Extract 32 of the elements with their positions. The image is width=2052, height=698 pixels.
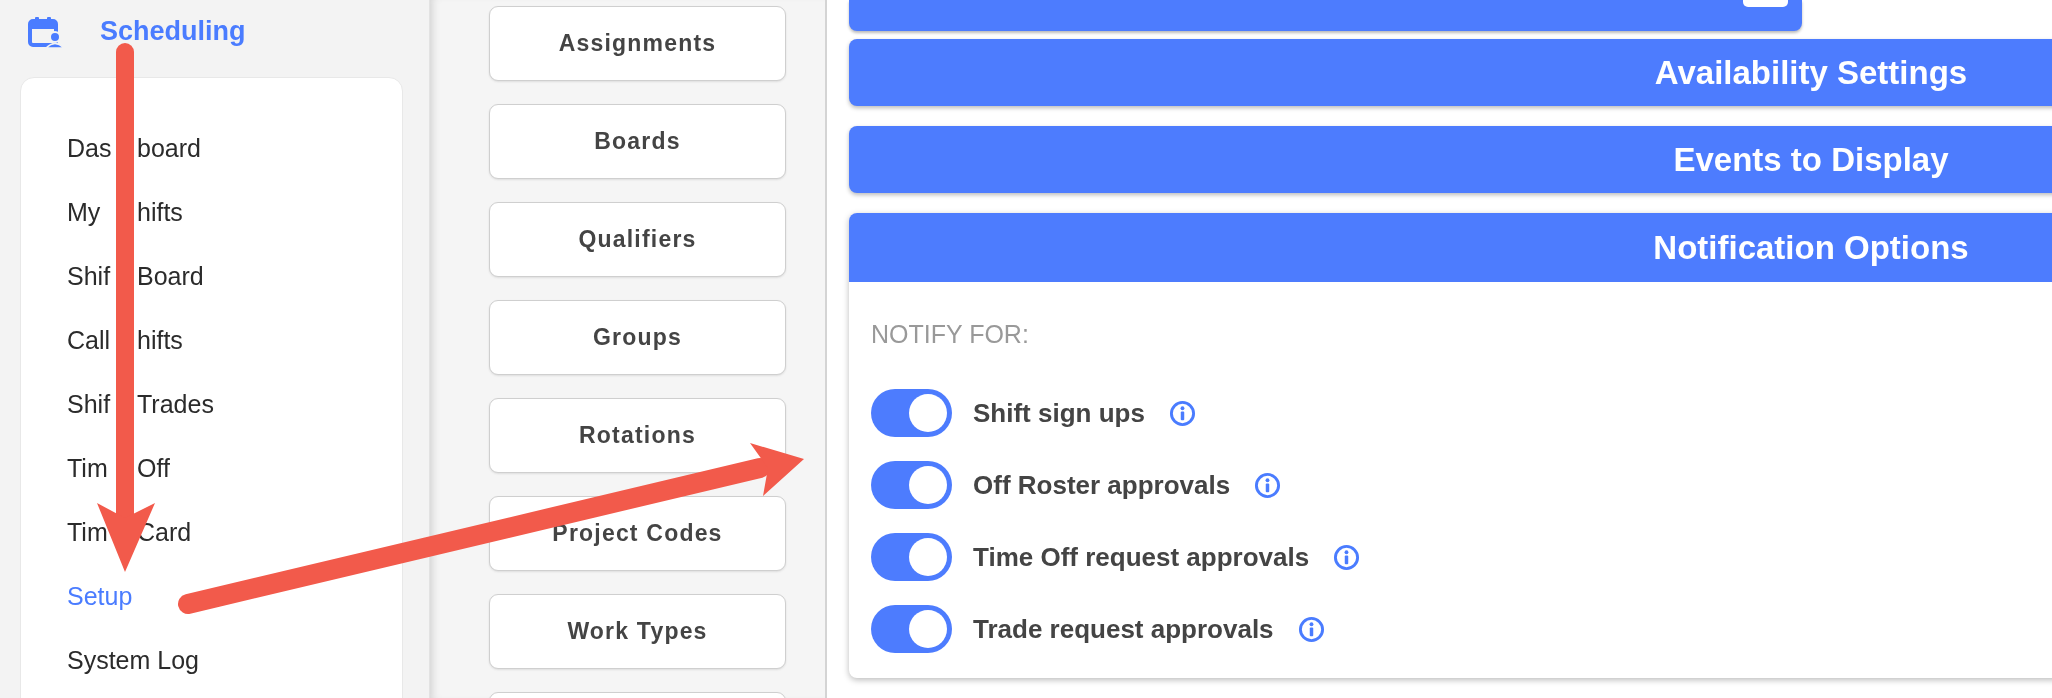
nav-item[interactable]: System Log <box>21 628 199 692</box>
nav-item[interactable]: Shif Board <box>21 244 204 308</box>
nav-item[interactable]: My hifts <box>21 180 183 244</box>
info-icon[interactable] <box>1333 543 1361 571</box>
option-label: Shift sign ups <box>973 397 1145 429</box>
toggle-switch[interactable] <box>871 533 952 581</box>
nav-item[interactable]: Tim Off <box>21 436 170 500</box>
info-icon[interactable] <box>1168 399 1196 427</box>
menu-button[interactable]: Assignments <box>489 6 786 81</box>
calendar-person-icon <box>28 15 64 48</box>
info-icon[interactable] <box>1254 471 1282 499</box>
section-header[interactable]: Events to Display <box>849 126 2052 193</box>
menu-button[interactable]: Work Types <box>489 594 786 669</box>
header-chip <box>1743 0 1788 7</box>
nav-item[interactable]: Shif Trades <box>21 372 214 436</box>
option-label: Time Off request approvals <box>973 541 1310 573</box>
nav-item[interactable]: Setup <box>21 564 133 628</box>
nav-item[interactable]: Das board <box>21 116 201 180</box>
toggle-switch[interactable] <box>871 389 952 437</box>
toggle-switch[interactable] <box>871 461 952 509</box>
menu-button[interactable]: Qualifiers <box>489 202 786 277</box>
option-label: Trade request approvals <box>973 613 1274 645</box>
nav-item[interactable]: Call hifts <box>21 308 183 372</box>
menu-button[interactable]: Boards <box>489 104 786 179</box>
section-header[interactable]: Notification Options <box>849 213 2052 282</box>
toggle-switch[interactable] <box>871 605 952 653</box>
notify-heading: NOTIFY FOR: <box>871 320 1029 349</box>
section-header[interactable]: Availability Settings <box>849 39 2052 106</box>
option-label: Off Roster approvals <box>973 469 1231 501</box>
info-icon[interactable] <box>1297 615 1325 643</box>
menu-button[interactable]: Rotations <box>489 398 786 473</box>
menu-button[interactable]: Groups <box>489 300 786 375</box>
